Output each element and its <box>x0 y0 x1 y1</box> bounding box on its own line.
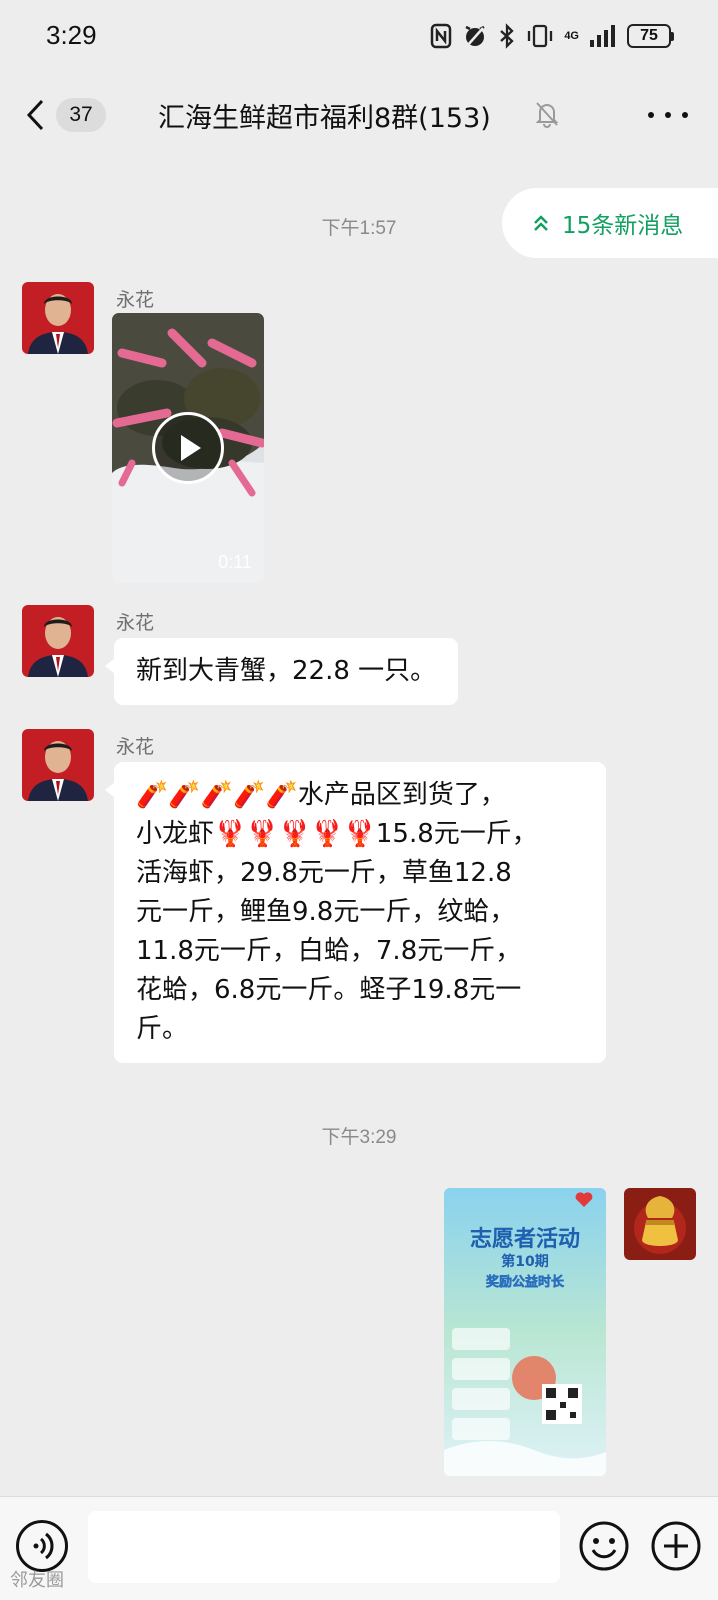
battery-icon: 75 <box>627 24 674 48</box>
chevron-left-icon <box>26 99 44 131</box>
message-text: 新到大青蟹，22.8 一只。 <box>136 656 437 686</box>
status-time: 3:29 <box>46 20 97 50</box>
more-functions-button[interactable] <box>650 1520 702 1572</box>
volunteer-poster: 志愿者活动 第10期 奖励公益时长 <box>444 1188 606 1476</box>
plus-icon <box>651 1521 701 1571</box>
play-button[interactable] <box>152 412 224 484</box>
message-line: 活海虾，29.8元一斤，草鱼12.8 <box>136 858 512 888</box>
network-type: 4G <box>564 29 579 42</box>
signal-icon <box>590 25 615 47</box>
message-bubble[interactable]: 新到大青蟹，22.8 一只。 <box>104 638 459 705</box>
message-line: 11.8元一斤，白蛤，7.8元一斤， <box>136 936 522 966</box>
status-bar: 3:29 4G 75 <box>0 0 718 72</box>
my-avatar[interactable] <box>624 1188 696 1260</box>
bluetooth-icon <box>500 23 514 49</box>
sender-name: 永花 <box>116 289 155 311</box>
vibrate-icon <box>528 24 553 48</box>
watermark: 邻友圈 <box>10 1570 64 1591</box>
message-line: 🧨🧨🧨🧨🧨水产品区到货了， <box>136 780 506 810</box>
video-duration: 0:11 <box>218 552 252 572</box>
avatar[interactable] <box>22 729 94 801</box>
input-bar <box>0 1496 718 1600</box>
message-timestamp: 下午3:29 <box>321 1127 397 1148</box>
poster-subtitle: 奖励公益时长 <box>486 1274 565 1290</box>
mute-bell-icon <box>535 102 559 128</box>
message-line: 斤。 <box>136 1014 189 1044</box>
chat-header: 37 汇海生鲜超市福利8群(153) <box>0 72 718 158</box>
voice-button[interactable] <box>16 1520 68 1572</box>
emoji-button[interactable] <box>578 1520 630 1572</box>
sender-name: 永花 <box>116 612 155 634</box>
chat-title: 汇海生鲜超市福利8群(153) <box>158 103 491 134</box>
image-message[interactable]: 志愿者活动 第10期 奖励公益时长 <box>444 1188 606 1476</box>
video-message[interactable]: 0:11 <box>112 313 264 583</box>
voice-icon <box>33 1532 54 1560</box>
avatar[interactable] <box>22 282 94 354</box>
battery-level: 75 <box>627 24 671 48</box>
message-bubble[interactable]: 🧨🧨🧨🧨🧨水产品区到货了， 小龙虾🦞🦞🦞🦞🦞15.8元一斤， 活海虾，29.8元… <box>105 762 606 1063</box>
message-line: 小龙虾🦞🦞🦞🦞🦞15.8元一斤， <box>136 819 538 849</box>
message-line: 花蛤，6.8元一斤。蛏子19.8元一 <box>136 975 522 1005</box>
play-icon <box>181 435 201 461</box>
sender-name: 永花 <box>116 736 155 758</box>
message-timestamp: 下午1:57 <box>321 218 397 239</box>
avatar[interactable] <box>22 605 94 677</box>
poster-title: 志愿者活动 <box>470 1227 580 1252</box>
smiley-icon <box>579 1521 629 1571</box>
more-options-button[interactable] <box>648 102 688 128</box>
alarm-off-icon <box>465 25 485 47</box>
poster-issue: 第10期 <box>501 1253 548 1270</box>
message-input[interactable] <box>88 1511 560 1583</box>
message-line: 元一斤，鲤鱼9.8元一斤，纹蛤， <box>136 897 516 927</box>
back-button[interactable]: 37 <box>24 94 114 136</box>
status-icons: 4G 75 <box>430 22 674 50</box>
unread-count-badge: 37 <box>56 98 106 132</box>
nfc-icon <box>431 23 452 49</box>
